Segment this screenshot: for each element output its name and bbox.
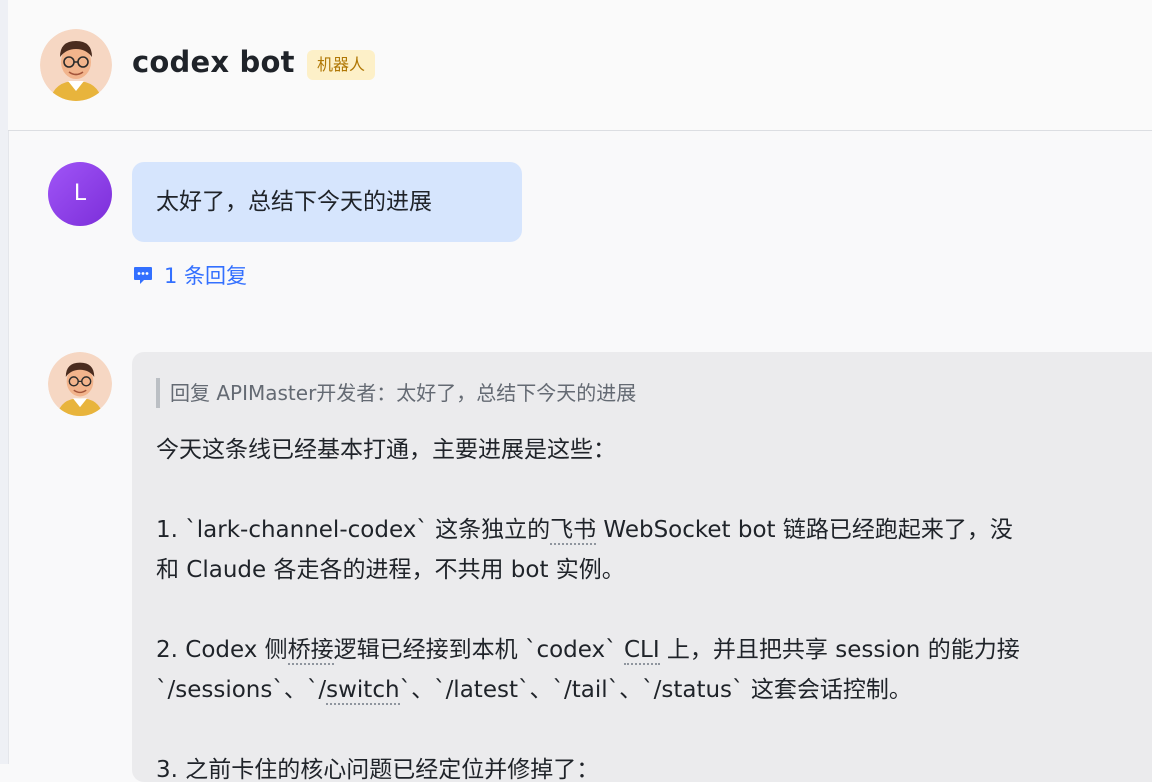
comment-bubble-icon	[134, 267, 152, 284]
user-avatar[interactable]: L	[48, 162, 112, 226]
reply-quote: 回复 APIMaster开发者：太好了，总结下今天的进展	[156, 378, 636, 408]
message-text: `/sessions`、`/	[156, 677, 327, 703]
chat-header: codex bot 机器人	[8, 0, 1152, 131]
message-line: 3. 之前卡住的核心问题已经定位并修掉了：	[156, 757, 600, 782]
message-text: 上，并且把共享 session 的能力接	[659, 637, 1020, 663]
message-line: 和 Claude 各走各的进程，不共用 bot 实例。	[156, 557, 625, 583]
message-text: 1. `lark-channel-codex` 这条独立的	[156, 517, 551, 543]
glossary-term[interactable]: 飞书	[550, 517, 597, 545]
bot-message-bubble[interactable]: 回复 APIMaster开发者：太好了，总结下今天的进展 今天这条线已经基本打通…	[132, 352, 1152, 782]
memoji-avatar-icon	[48, 352, 112, 416]
message-line: `/sessions`、`/switch`、`/latest`、`/tail`、…	[156, 670, 912, 710]
bot-message-avatar[interactable]	[48, 352, 112, 416]
reply-thread-link[interactable]: 1 条回复	[132, 259, 247, 291]
message-line: 2. Codex 侧桥接逻辑已经接到本机 `codex` CLI 上，并且把共享…	[156, 630, 1020, 670]
bot-badge: 机器人	[307, 50, 376, 80]
message-line: 今天这条线已经基本打通，主要进展是这些：	[156, 437, 616, 463]
message-text: 逻辑已经接到本机 `codex`	[333, 637, 624, 663]
bot-avatar[interactable]	[40, 29, 112, 101]
message-line: 1. `lark-channel-codex` 这条独立的飞书 WebSocke…	[156, 510, 1013, 550]
message-text: `、`/latest`、`/tail`、`/status` 这套会话控制。	[399, 677, 912, 703]
bot-name[interactable]: codex bot	[132, 45, 295, 79]
user-message-bubble[interactable]: 太好了，总结下今天的进展	[132, 162, 522, 242]
glossary-term[interactable]: switch	[326, 677, 400, 705]
message-text: WebSocket bot 链路已经跑起来了，没	[596, 517, 1013, 543]
memoji-avatar-icon	[40, 29, 112, 101]
message-text: 2. Codex 侧	[156, 637, 288, 663]
reply-count-label: 1 条回复	[164, 264, 248, 288]
glossary-term[interactable]: CLI	[623, 637, 660, 665]
glossary-term[interactable]: 桥接	[287, 637, 334, 665]
